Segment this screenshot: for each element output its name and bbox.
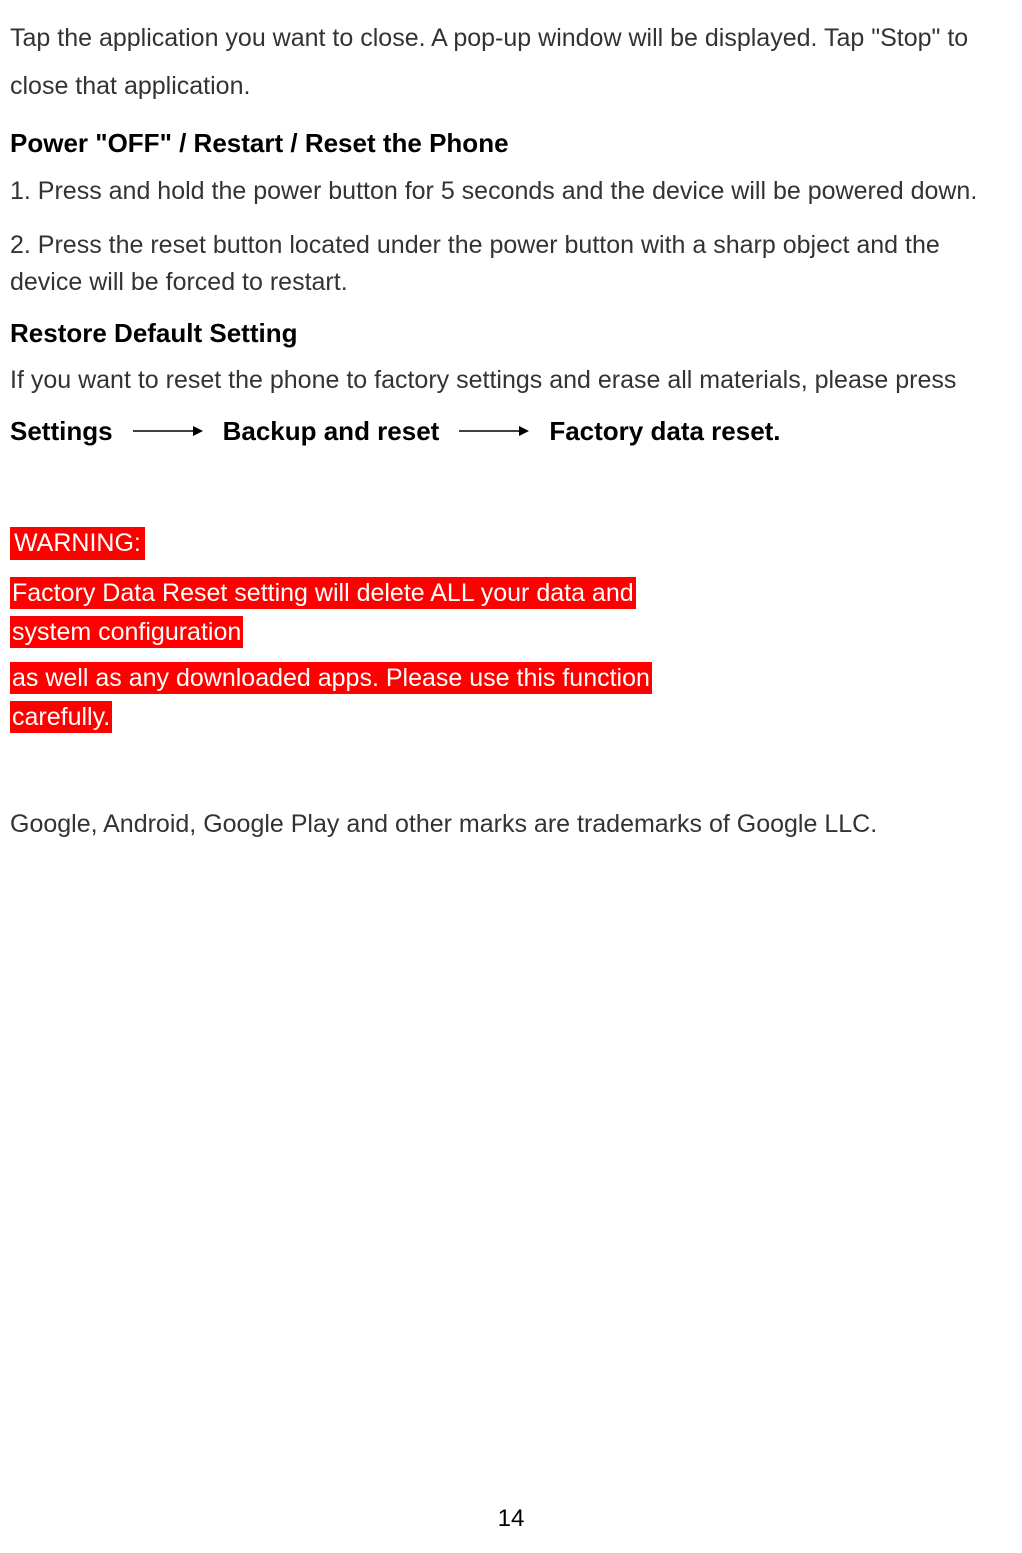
- restore-intro: If you want to reset the phone to factor…: [10, 363, 1012, 398]
- warning-text: system configuration: [10, 616, 243, 648]
- step-text: Press the reset button located under the…: [10, 231, 940, 295]
- arrow-right-icon: [459, 424, 529, 438]
- path-backup: Backup and reset: [223, 416, 440, 447]
- step-text: Press and hold the power button for 5 se…: [31, 177, 977, 205]
- warning-text: carefully.: [10, 701, 112, 733]
- arrow-right-icon: [133, 424, 203, 438]
- step-number: 1.: [10, 177, 31, 205]
- step-number: 2.: [10, 231, 31, 259]
- warning-line-2: as well as any downloaded apps. Please u…: [10, 659, 1012, 737]
- step-2: 2. Press the reset button located under …: [10, 227, 1012, 300]
- trademark-notice: Google, Android, Google Play and other m…: [10, 807, 1012, 842]
- intro-paragraph: Tap the application you want to close. A…: [10, 15, 1012, 110]
- path-factory-reset: Factory data reset.: [549, 416, 780, 447]
- path-settings: Settings: [10, 416, 113, 447]
- step-1: 1. Press and hold the power button for 5…: [10, 173, 1012, 209]
- heading-restore-default: Restore Default Setting: [10, 318, 1012, 349]
- page-number: 14: [0, 1505, 1022, 1533]
- warning-label: WARNING:: [10, 527, 145, 560]
- heading-power-off: Power "OFF" / Restart / Reset the Phone: [10, 128, 1012, 159]
- warning-text: Factory Data Reset setting will delete A…: [10, 577, 636, 609]
- warning-text: as well as any downloaded apps. Please u…: [10, 662, 652, 694]
- warning-line-1: Factory Data Reset setting will delete A…: [10, 574, 1012, 652]
- settings-path: Settings Backup and reset Factory data r…: [10, 416, 1012, 447]
